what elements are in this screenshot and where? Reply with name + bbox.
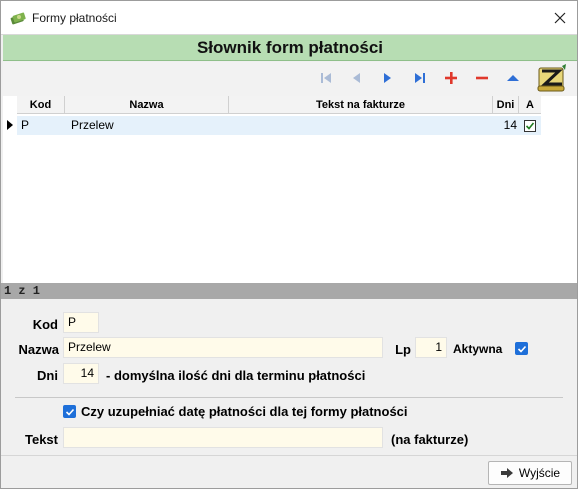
col-header-dni[interactable]: Dni [493,96,519,113]
exit-button[interactable]: Wyjście [488,461,572,485]
delete-record-button[interactable] [471,68,493,88]
nazwa-field[interactable]: Przelew [63,337,383,358]
next-record-button[interactable] [377,68,399,88]
separator [15,397,563,398]
kod-field[interactable]: P [63,312,99,333]
scroll-z-icon [536,62,568,94]
grid-header: Kod Nazwa Tekst na fakturze Dni A [17,96,541,114]
window-title: Formy płatności [32,11,117,25]
tekst-label: Tekst [25,432,58,447]
check-icon [517,345,526,353]
title-bar: Formy płatności [1,1,577,35]
col-header-tekst[interactable]: Tekst na fakturze [229,96,493,113]
col-header-nazwa[interactable]: Nazwa [65,96,229,113]
last-record-button[interactable] [409,68,431,88]
cell-aktywna[interactable] [519,116,541,135]
dni-field[interactable]: 14 [63,363,99,384]
col-header-aktywna[interactable]: A [519,96,541,113]
checkbox-checked-icon [524,119,536,132]
aktywna-checkbox[interactable] [515,342,528,355]
tekst-field[interactable] [63,427,383,448]
edit-form: Kod P Nazwa Przelew Lp 1 Aktywna Dni 14 … [1,299,577,455]
first-record-button[interactable] [315,68,337,88]
record-counter: 1 z 1 [1,283,577,299]
lp-field[interactable]: 1 [415,337,447,358]
footer: Wyjście [1,455,577,488]
aktywna-label: Aktywna [453,342,503,356]
last-record-icon [415,73,425,83]
close-icon [554,12,566,24]
exit-label: Wyjście [518,466,561,480]
table-row[interactable]: P Przelew 14 [17,116,541,135]
uzupelniac-checkbox[interactable] [63,405,76,418]
cell-dni: 14 [503,118,517,132]
dictionary-banner: Słownik form płatności [3,35,577,61]
cell-nazwa: Przelew [71,118,114,132]
prev-record-icon [353,73,360,83]
dni-label: Dni [37,368,58,383]
nazwa-label: Nazwa [18,342,59,357]
kod-label: Kod [32,317,58,332]
close-button[interactable] [543,1,577,35]
dni-hint: - domyślna ilość dni dla terminu płatnoś… [106,368,366,383]
uzupelniac-label[interactable]: Czy uzupełniać datę płatności dla tej fo… [81,404,408,419]
navigator-toolbar [3,62,577,96]
cell-kod: P [21,118,30,132]
next-record-icon [384,73,391,83]
records-grid: Kod Nazwa Tekst na fakturze Dni A P Prze… [3,96,577,283]
col-header-kod[interactable]: Kod [17,96,65,113]
add-record-button[interactable] [440,68,462,88]
check-icon [65,408,74,416]
first-record-icon [321,73,331,83]
money-icon [10,10,26,26]
exit-arrow-icon [500,468,513,478]
delete-icon [476,76,488,80]
current-row-indicator [7,120,13,130]
edit-up-button[interactable] [502,68,524,88]
cell-tekst [229,116,493,135]
tekst-hint: (na fakturze) [391,432,469,447]
prev-record-button[interactable] [345,68,367,88]
up-icon [507,75,519,81]
lp-label: Lp [395,342,411,357]
window: Formy płatności Słownik form płatności K… [0,0,578,489]
add-icon [445,72,457,84]
